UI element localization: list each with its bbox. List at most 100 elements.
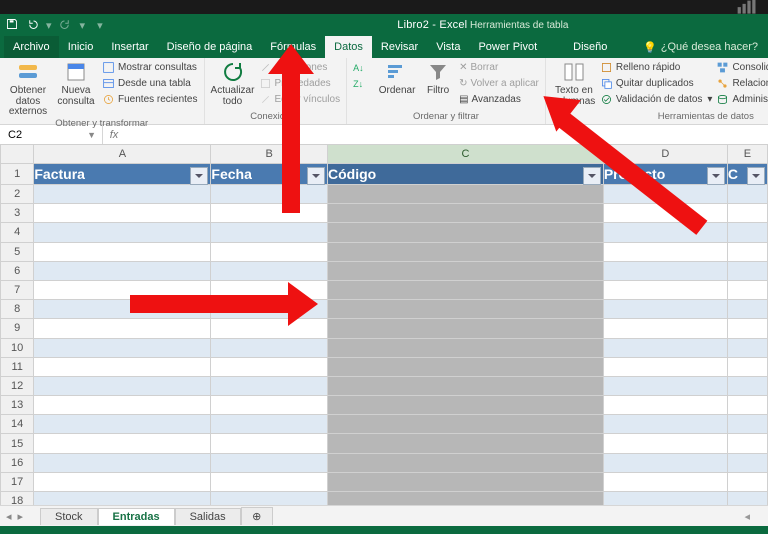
cell[interactable] (34, 223, 211, 242)
text-to-columns-button[interactable]: Texto en columnas (552, 60, 596, 107)
name-box-input[interactable] (6, 128, 87, 142)
cell[interactable] (727, 319, 767, 338)
cell[interactable] (34, 300, 211, 319)
hscroll-left-icon[interactable]: ◂ (744, 510, 750, 523)
cell[interactable] (603, 204, 727, 223)
cell[interactable] (328, 434, 604, 453)
cell[interactable] (34, 280, 211, 299)
refresh-all-button[interactable]: Actualizar todo (211, 60, 255, 107)
remove-duplicates-button[interactable]: Quitar duplicados (600, 76, 713, 91)
connections-button[interactable]: Conexiones (259, 60, 341, 75)
table-header-cell[interactable]: Código (328, 164, 604, 185)
row-header[interactable]: 2 (1, 185, 34, 204)
column-header[interactable]: B (211, 145, 328, 164)
cell[interactable] (328, 357, 604, 376)
cell[interactable] (603, 396, 727, 415)
tab-revisar[interactable]: Revisar (372, 36, 427, 58)
cell[interactable] (727, 453, 767, 472)
manage-data-model-button[interactable]: Administrar modelo de datos (716, 92, 768, 107)
tab-datos[interactable]: Datos (325, 36, 372, 58)
cell[interactable] (34, 319, 211, 338)
row-header[interactable]: 13 (1, 396, 34, 415)
cell[interactable] (727, 434, 767, 453)
cell[interactable] (603, 376, 727, 395)
sheet-tab-salidas[interactable]: Salidas (175, 508, 241, 525)
row-header[interactable]: 17 (1, 472, 34, 491)
cell[interactable] (727, 376, 767, 395)
cell[interactable] (603, 434, 727, 453)
name-box[interactable]: ▼ (0, 125, 103, 145)
cell[interactable] (211, 204, 328, 223)
cell[interactable] (727, 185, 767, 204)
filter-dropdown-icon[interactable] (747, 167, 765, 185)
cell[interactable] (211, 376, 328, 395)
table-header-cell[interactable]: C (727, 164, 767, 185)
cell[interactable] (328, 338, 604, 357)
cell[interactable] (727, 204, 767, 223)
advanced-filter-button[interactable]: ▤Avanzadas (459, 92, 539, 107)
column-header[interactable]: C (328, 145, 604, 164)
cell[interactable] (603, 223, 727, 242)
cell[interactable] (727, 223, 767, 242)
cell[interactable] (34, 396, 211, 415)
cell[interactable] (603, 338, 727, 357)
select-all-cell[interactable] (1, 145, 34, 164)
save-icon[interactable] (6, 18, 18, 33)
cell[interactable] (328, 300, 604, 319)
from-table-button[interactable]: Desde una tabla (102, 76, 198, 91)
cell[interactable] (727, 396, 767, 415)
cell[interactable] (328, 319, 604, 338)
row-header[interactable]: 3 (1, 204, 34, 223)
cell[interactable] (211, 453, 328, 472)
cell[interactable] (727, 338, 767, 357)
cell[interactable] (727, 472, 767, 491)
row-header[interactable]: 15 (1, 434, 34, 453)
cell[interactable] (328, 376, 604, 395)
cell[interactable] (603, 415, 727, 434)
row-header[interactable]: 14 (1, 415, 34, 434)
cell[interactable] (211, 415, 328, 434)
data-validation-button[interactable]: Validación de datos▾ (600, 92, 713, 107)
row-header[interactable]: 8 (1, 300, 34, 319)
row-header[interactable]: 11 (1, 357, 34, 376)
cell[interactable] (211, 261, 328, 280)
row-header[interactable]: 6 (1, 261, 34, 280)
cell[interactable] (603, 472, 727, 491)
cell[interactable] (328, 396, 604, 415)
row-header[interactable]: 7 (1, 280, 34, 299)
cell[interactable] (328, 415, 604, 434)
get-external-data-button[interactable]: Obtener datos externos (6, 60, 50, 118)
tab-inicio[interactable]: Inicio (59, 36, 103, 58)
table-header-cell[interactable]: Factura (34, 164, 211, 185)
column-header[interactable]: E (727, 145, 767, 164)
undo-icon[interactable] (26, 18, 38, 33)
cell[interactable] (727, 280, 767, 299)
cell[interactable] (34, 376, 211, 395)
cell[interactable] (34, 357, 211, 376)
cell[interactable] (328, 453, 604, 472)
cell[interactable] (328, 223, 604, 242)
cell[interactable] (211, 300, 328, 319)
show-queries-button[interactable]: Mostrar consultas (102, 60, 198, 75)
cell[interactable] (328, 280, 604, 299)
row-header[interactable]: 12 (1, 376, 34, 395)
sheet-tab-entradas[interactable]: Entradas (98, 508, 175, 525)
tab-diseno-pagina[interactable]: Diseño de página (158, 36, 262, 58)
cell[interactable] (211, 185, 328, 204)
table-header-cell[interactable]: Fecha (211, 164, 328, 185)
sheet-tab-stock[interactable]: Stock (40, 508, 98, 525)
cell[interactable] (34, 434, 211, 453)
cell[interactable] (603, 242, 727, 261)
row-header[interactable]: 9 (1, 319, 34, 338)
cell[interactable] (727, 415, 767, 434)
row-header[interactable]: 16 (1, 453, 34, 472)
cell[interactable] (603, 261, 727, 280)
cell[interactable] (603, 453, 727, 472)
sort-button[interactable]: Ordenar (377, 60, 417, 97)
cell[interactable] (211, 223, 328, 242)
cell[interactable] (211, 319, 328, 338)
column-header[interactable]: D (603, 145, 727, 164)
consolidate-button[interactable]: Consolidar (716, 60, 768, 75)
cell[interactable] (603, 357, 727, 376)
cell[interactable] (34, 261, 211, 280)
